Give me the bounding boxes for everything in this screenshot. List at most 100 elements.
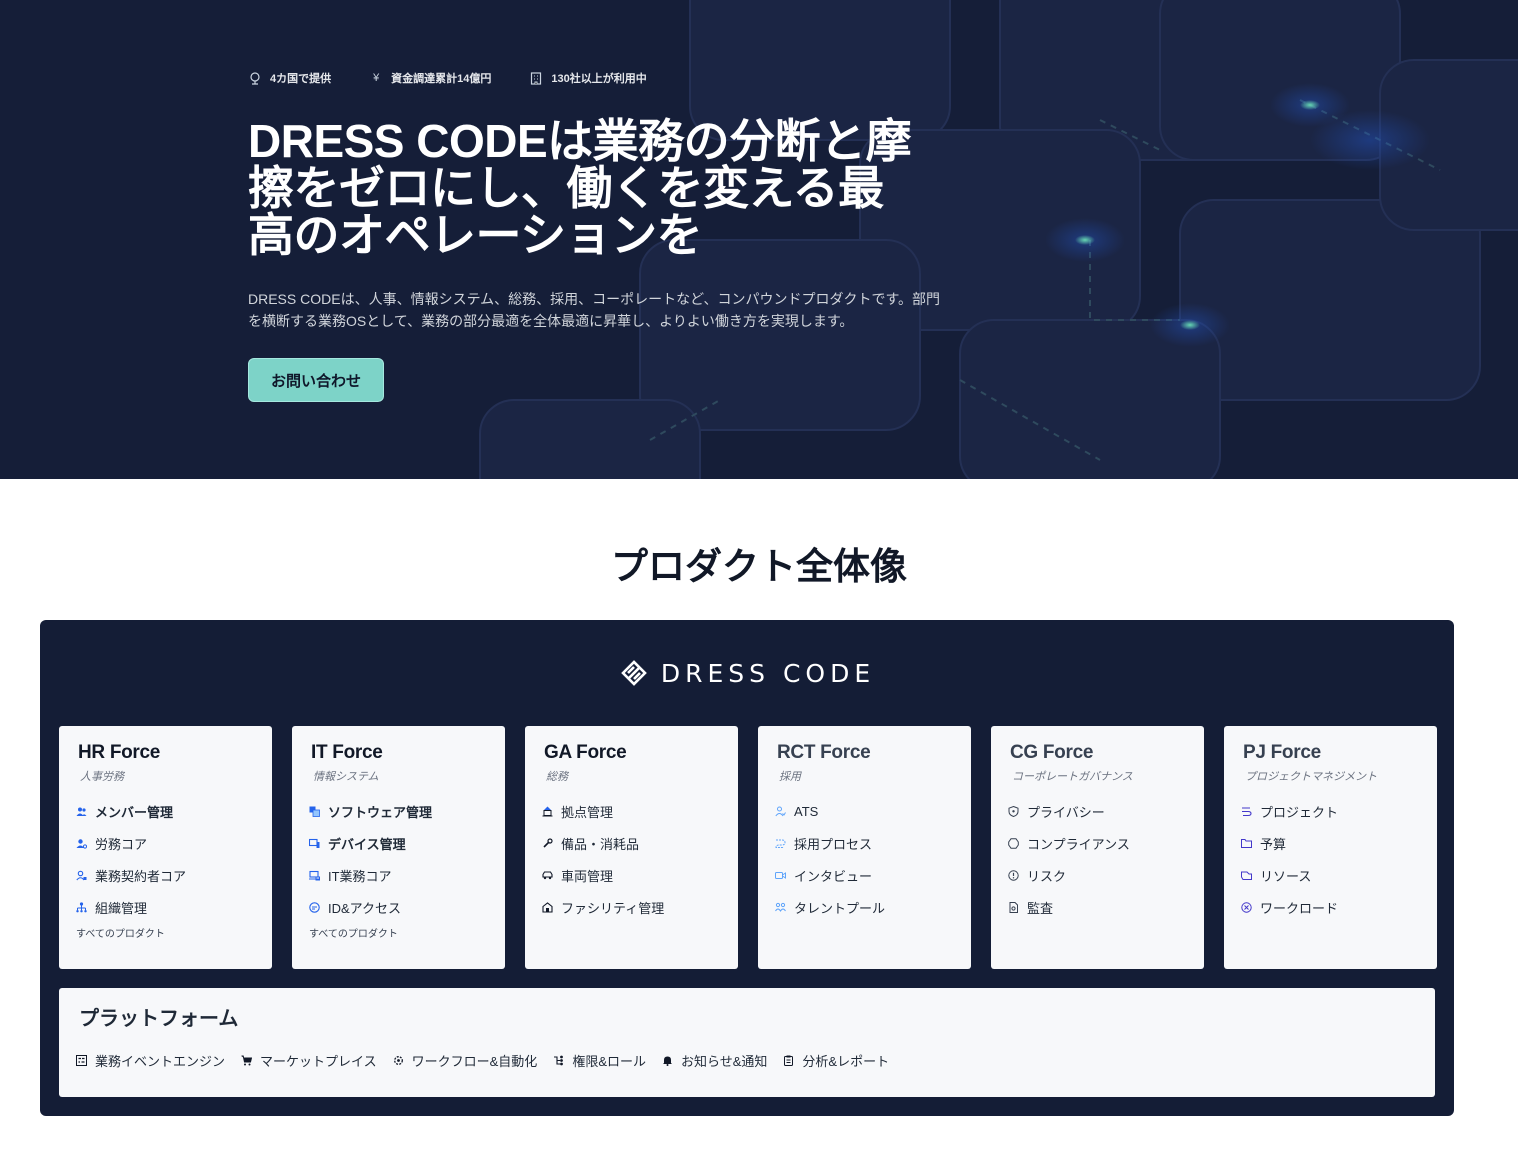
product-item-workload[interactable]: ワークロード (1241, 891, 1437, 923)
hero-stats: 4カ国で提供 ¥ 資金調達累計14億円 130社以上が利用中 (248, 70, 685, 86)
product-item-vehicle-management[interactable]: 車両管理 (542, 859, 738, 891)
product-item-interview[interactable]: インタビュー (775, 859, 971, 891)
product-item-budget[interactable]: 予算 (1241, 827, 1437, 859)
item-label: 拠点管理 (561, 804, 614, 820)
product-item-org-management[interactable]: 組織管理 (76, 891, 272, 923)
item-label: 権限&ロール (572, 1054, 646, 1069)
product-item-risk[interactable]: リスク (1008, 859, 1204, 891)
headline-line: 擦をゼロにし、働くを変える最 (248, 162, 884, 214)
item-label: 車両管理 (561, 868, 614, 884)
platform-title: プラットフォーム (79, 1008, 239, 1030)
item-label: お知らせ&通知 (680, 1054, 768, 1069)
platform-item-workflow[interactable]: ワークフロー&自動化 (393, 1051, 538, 1070)
workload-icon (1241, 901, 1252, 913)
contractor-icon (76, 870, 87, 881)
product-item-it-core[interactable]: IT業務コア (309, 859, 505, 891)
product-item-privacy[interactable]: プライバシー (1008, 795, 1204, 827)
platform-item-permissions[interactable]: 権限&ロール (553, 1051, 646, 1070)
product-item-device-management[interactable]: デバイス管理 (309, 827, 505, 859)
platform-item-notifications[interactable]: お知らせ&通知 (662, 1051, 767, 1070)
permission-icon (553, 1055, 564, 1066)
product-item-contractor-core[interactable]: 業務契約者コア (76, 859, 272, 891)
video-icon (775, 870, 786, 881)
software-icon (309, 806, 320, 817)
product-item-member-management[interactable]: メンバー管理 (76, 795, 272, 827)
item-label: 分析&レポート (802, 1054, 890, 1069)
brand-name: DRESS CODE (660, 658, 876, 688)
card-title: RCT Force (777, 742, 871, 763)
platform-item-analytics[interactable]: 分析&レポート (783, 1051, 889, 1070)
card-title: IT Force (311, 742, 383, 763)
product-item-ats[interactable]: ATS (775, 795, 971, 827)
building-icon (529, 71, 543, 85)
resource-icon (1241, 870, 1252, 881)
product-item-id-access[interactable]: ID&アクセス (309, 891, 505, 923)
product-item-software-management[interactable]: ソフトウェア管理 (309, 795, 505, 827)
user-settings-icon (76, 838, 87, 849)
stat-companies: 130社以上が利用中 (529, 70, 647, 86)
yen-icon: ¥ (373, 72, 380, 84)
product-item-audit[interactable]: 監査 (1008, 891, 1204, 923)
item-label: 業務イベントエンジン (95, 1054, 226, 1069)
org-chart-icon (76, 901, 87, 913)
product-item-supplies[interactable]: 備品・消耗品 (542, 827, 738, 859)
item-label: 労務コア (95, 836, 148, 852)
card-title: CG Force (1010, 742, 1094, 763)
report-icon (783, 1055, 794, 1066)
product-cards: HR Force 人事労務 メンバー管理 労務コア 業務契約者コア 組織管理 す… (59, 726, 1437, 969)
product-overview-panel: DRESS CODE HR Force 人事労務 メンバー管理 労務コア 業務契… (40, 620, 1454, 1116)
item-label: リソース (1260, 868, 1312, 884)
platform-item-marketplace[interactable]: マーケットプレイス (241, 1051, 377, 1070)
all-products-link[interactable]: すべてのプロダクト (309, 925, 505, 940)
item-label: 業務契約者コア (95, 868, 187, 884)
all-products-link[interactable]: すべてのプロダクト (76, 925, 272, 940)
applicant-icon (775, 806, 786, 817)
card-subtitle: コーポレートガバナンス (1012, 771, 1133, 783)
product-card-rct-force[interactable]: RCT Force 採用 ATS 採用プロセス インタビュー タレントプール (758, 726, 971, 969)
bell-icon (662, 1055, 673, 1066)
event-engine-icon (76, 1055, 87, 1066)
platform-item-event-engine[interactable]: 業務イベントエンジン (76, 1051, 225, 1070)
product-item-facility-management[interactable]: ファシリティ管理 (542, 891, 738, 923)
item-label: IT業務コア (328, 868, 392, 884)
card-title: GA Force (544, 742, 627, 763)
product-item-hiring-process[interactable]: 採用プロセス (775, 827, 971, 859)
contact-button[interactable]: お問い合わせ (248, 358, 384, 402)
item-label: プライバシー (1027, 804, 1105, 820)
item-label: ワークフロー&自動化 (411, 1054, 538, 1069)
shield-icon (1008, 805, 1019, 817)
tools-icon (542, 837, 553, 849)
platform-items: 業務イベントエンジン マーケットプレイス ワークフロー&自動化 権限&ロール お… (76, 1051, 905, 1070)
product-item-talent-pool[interactable]: タレントプール (775, 891, 971, 923)
card-subtitle: 総務 (546, 771, 568, 783)
product-item-labor-core[interactable]: 労務コア (76, 827, 272, 859)
card-subtitle: 人事労務 (80, 771, 124, 783)
product-card-cg-force[interactable]: CG Force コーポレートガバナンス プライバシー コンプライアンス リスク (991, 726, 1204, 969)
product-card-hr-force[interactable]: HR Force 人事労務 メンバー管理 労務コア 業務契約者コア 組織管理 す… (59, 726, 272, 969)
product-item-project[interactable]: プロジェクト (1241, 795, 1437, 827)
stat-funding: ¥ 資金調達累計14億円 (369, 70, 491, 86)
item-label: ID&アクセス (328, 900, 402, 916)
item-label: ファシリティ管理 (561, 900, 665, 916)
headline-line: 高のオペレーションを (248, 209, 703, 261)
product-item-compliance[interactable]: コンプライアンス (1008, 827, 1204, 859)
hero-description: DRESS CODEは、人事、情報システム、総務、採用、コーポレートなど、コンパ… (248, 288, 968, 332)
product-item-office-management[interactable]: 拠点管理 (542, 795, 738, 827)
product-card-pj-force[interactable]: PJ Force プロジェクトマネジメント プロジェクト 予算 リソース ワーク (1224, 726, 1437, 969)
item-label: 採用プロセス (794, 836, 873, 852)
project-icon (1241, 806, 1252, 817)
process-icon (775, 838, 786, 849)
card-subtitle: プロジェクトマネジメント (1245, 771, 1377, 783)
item-label: 組織管理 (95, 900, 148, 916)
stat-label: 4カ国で提供 (270, 73, 332, 85)
stat-countries: 4カ国で提供 (248, 70, 331, 86)
platform-card: プラットフォーム 業務イベントエンジン マーケットプレイス ワークフロー&自動化… (59, 988, 1435, 1097)
product-item-resource[interactable]: リソース (1241, 859, 1437, 891)
product-card-it-force[interactable]: IT Force 情報システム ソフトウェア管理 デバイス管理 IT業務コア I (292, 726, 505, 969)
product-card-ga-force[interactable]: GA Force 総務 拠点管理 備品・消耗品 車両管理 ファシリティ管理 (525, 726, 738, 969)
item-label: メンバー管理 (95, 804, 174, 820)
item-label: 備品・消耗品 (561, 836, 640, 852)
dress-code-logo-icon (621, 660, 647, 686)
card-title: PJ Force (1243, 742, 1321, 763)
facility-icon (542, 901, 553, 913)
